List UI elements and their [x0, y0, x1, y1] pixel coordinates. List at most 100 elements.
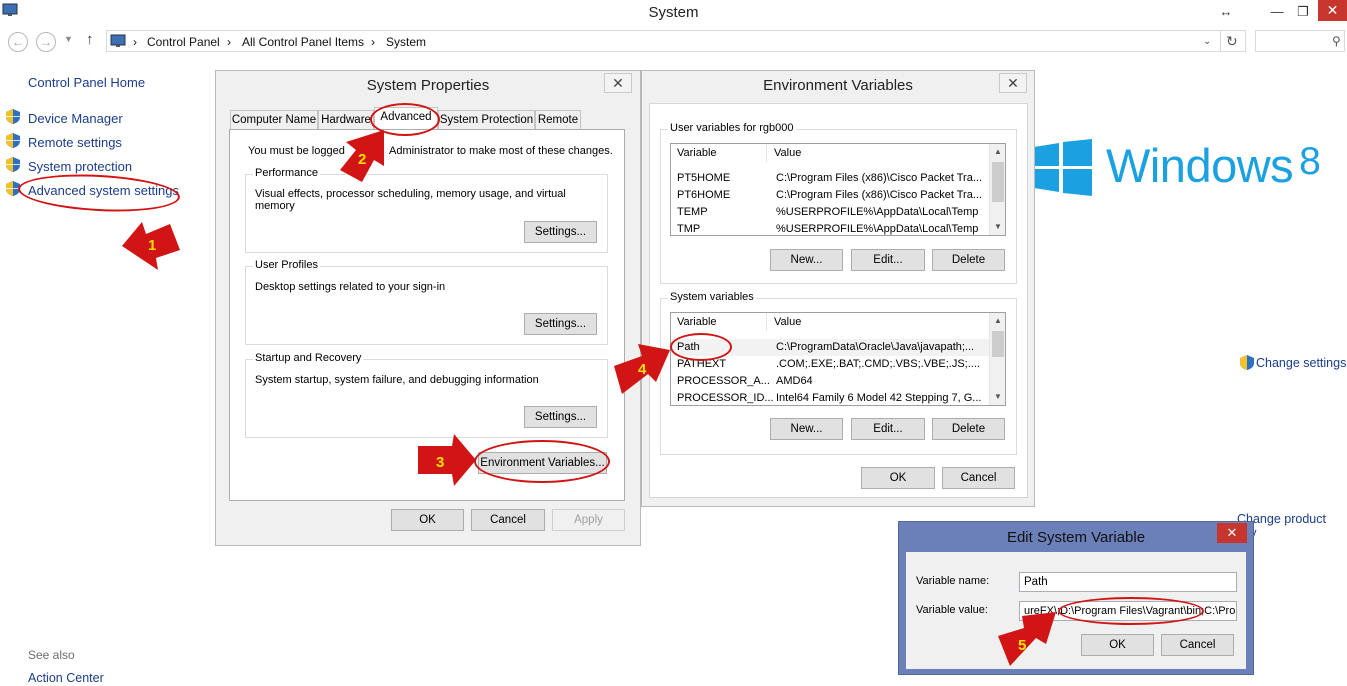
scrollbar-thumb[interactable]: [992, 331, 1004, 357]
system-edit-button[interactable]: Edit...: [851, 418, 925, 440]
system-list-scrollbar[interactable]: ▲ ▼: [989, 313, 1005, 405]
scroll-down-icon[interactable]: ▼: [990, 389, 1005, 405]
list-item[interactable]: PATHEXT .COM;.EXE;.BAT;.CMD;.VBS;.VBE;.JS…: [671, 356, 991, 373]
recent-locations-icon[interactable]: ▼: [64, 34, 73, 44]
ok-button[interactable]: OK: [391, 509, 464, 531]
see-also-heading: See also: [28, 648, 75, 662]
annotation-ellipse: [670, 333, 732, 361]
address-bar[interactable]: › Control Panel › All Control Panel Item…: [106, 30, 1246, 52]
action-center-link[interactable]: Action Center: [28, 671, 104, 685]
breadcrumb-all-items[interactable]: All Control Panel Items: [242, 35, 364, 49]
list-item[interactable]: PT5HOME C:\Program Files (x86)\Cisco Pack…: [671, 170, 991, 187]
list-item[interactable]: TMP %USERPROFILE%\AppData\Local\Temp: [671, 221, 991, 235]
up-button[interactable]: ↑: [86, 31, 94, 48]
list-item[interactable]: PROCESSOR_A... AMD64: [671, 373, 991, 390]
user-list-scrollbar[interactable]: ▲ ▼: [989, 144, 1005, 235]
breadcrumb-control-panel[interactable]: Control Panel: [147, 35, 220, 49]
change-settings-link[interactable]: Change settings: [1256, 356, 1346, 370]
performance-settings-button[interactable]: Settings...: [524, 221, 597, 243]
resize-icon[interactable]: ↔: [1214, 2, 1238, 22]
column-header-variable[interactable]: Variable: [671, 144, 767, 162]
variable-name-label: Variable name:: [916, 575, 990, 587]
tab-remote[interactable]: Remote: [535, 110, 581, 129]
user-new-button[interactable]: New...: [770, 249, 843, 271]
computer-icon: [110, 34, 126, 47]
breadcrumb-sep: ›: [371, 35, 375, 49]
shield-icon: [1240, 355, 1254, 370]
variable-value-label: Variable value:: [916, 604, 988, 616]
breadcrumb-system[interactable]: System: [386, 35, 426, 49]
startup-recovery-group: Startup and Recovery System startup, sys…: [245, 352, 608, 438]
variable-name-field[interactable]: Path: [1019, 572, 1237, 592]
close-button[interactable]: ✕: [1318, 0, 1347, 21]
shield-icon: [6, 157, 20, 172]
system-delete-button[interactable]: Delete: [932, 418, 1005, 440]
shield-icon: [6, 133, 20, 148]
device-manager-link[interactable]: Device Manager: [28, 111, 123, 126]
search-input[interactable]: ⚲: [1255, 30, 1345, 52]
annotation-arrow-2: 2: [340, 130, 384, 182]
annotation-arrow-4: 4: [614, 344, 670, 394]
edit-ok-button[interactable]: OK: [1081, 634, 1154, 656]
user-delete-button[interactable]: Delete: [932, 249, 1005, 271]
search-icon: ⚲: [1332, 34, 1341, 48]
list-item[interactable]: PROCESSOR_ID... Intel64 Family 6 Model 42…: [671, 390, 991, 405]
close-icon[interactable]: ✕: [1217, 523, 1247, 543]
column-header-variable[interactable]: Variable: [671, 313, 767, 331]
column-header-value[interactable]: Value: [768, 313, 988, 331]
system-variables-list[interactable]: Variable Value Path C:\ProgramData\Oracle…: [670, 312, 1006, 406]
refresh-icon[interactable]: ↻: [1226, 33, 1238, 50]
svg-text:3: 3: [436, 454, 444, 471]
scroll-down-icon[interactable]: ▼: [990, 219, 1005, 235]
env-cancel-button[interactable]: Cancel: [942, 467, 1015, 489]
dialog-title: System Properties: [366, 77, 490, 94]
breadcrumb-sep: ›: [133, 35, 137, 49]
tab-computer-name[interactable]: Computer Name: [230, 110, 318, 129]
scroll-up-icon[interactable]: ▲: [990, 313, 1005, 329]
minimize-button[interactable]: —: [1265, 2, 1289, 22]
tab-system-protection[interactable]: System Protection: [438, 110, 535, 129]
navigation-bar: ← → ▼ ↑ › Control Panel › All Control Pa…: [0, 28, 1347, 54]
user-variables-label: User variables for rgb000: [668, 122, 796, 134]
apply-button[interactable]: Apply: [552, 509, 625, 531]
annotation-arrow-5: 5: [998, 612, 1056, 666]
close-icon[interactable]: ✕: [999, 73, 1027, 93]
system-new-button[interactable]: New...: [770, 418, 843, 440]
remote-settings-link[interactable]: Remote settings: [28, 135, 122, 150]
env-ok-button[interactable]: OK: [861, 467, 935, 489]
close-icon[interactable]: ✕: [604, 73, 632, 93]
user-profiles-settings-button[interactable]: Settings...: [524, 313, 597, 335]
system-protection-link[interactable]: System protection: [28, 159, 132, 174]
annotation-arrow-1: 1: [122, 222, 180, 270]
startup-recovery-label: Startup and Recovery: [253, 352, 364, 364]
shield-icon: [6, 109, 20, 124]
user-profiles-label: User Profiles: [253, 259, 320, 271]
svg-text:2: 2: [358, 151, 366, 168]
user-edit-button[interactable]: Edit...: [851, 249, 925, 271]
system-variables-label: System variables: [668, 291, 756, 303]
control-panel-home-link[interactable]: Control Panel Home: [28, 75, 145, 90]
breadcrumb-sep: ›: [227, 35, 231, 49]
list-item[interactable]: PT6HOME C:\Program Files (x86)\Cisco Pack…: [671, 187, 991, 204]
performance-group: Performance Visual effects, processor sc…: [245, 167, 608, 253]
annotation-ellipse: [474, 440, 610, 483]
annotation-ellipse: [17, 170, 181, 216]
window-title: System: [648, 4, 699, 21]
scroll-up-icon[interactable]: ▲: [990, 144, 1005, 160]
column-header-value[interactable]: Value: [768, 144, 988, 162]
back-button[interactable]: ←: [8, 32, 28, 52]
user-profiles-group: User Profiles Desktop settings related t…: [245, 259, 608, 345]
address-dropdown-icon[interactable]: ⌄: [1203, 36, 1211, 47]
forward-button[interactable]: →: [36, 32, 56, 52]
scrollbar-thumb[interactable]: [992, 162, 1004, 202]
startup-recovery-settings-button[interactable]: Settings...: [524, 406, 597, 428]
cancel-button[interactable]: Cancel: [471, 509, 545, 531]
maximize-button[interactable]: ❐: [1291, 2, 1315, 22]
edit-cancel-button[interactable]: Cancel: [1161, 634, 1234, 656]
annotation-ellipse: [1058, 597, 1204, 625]
svg-text:4: 4: [638, 361, 647, 378]
startup-recovery-description: System startup, system failure, and debu…: [255, 374, 539, 386]
list-item[interactable]: TEMP %USERPROFILE%\AppData\Local\Temp: [671, 204, 991, 221]
user-variables-list[interactable]: Variable Value PT5HOME C:\Program Files (…: [670, 143, 1006, 236]
windows-brand-text: Windows 8: [1106, 139, 1321, 192]
